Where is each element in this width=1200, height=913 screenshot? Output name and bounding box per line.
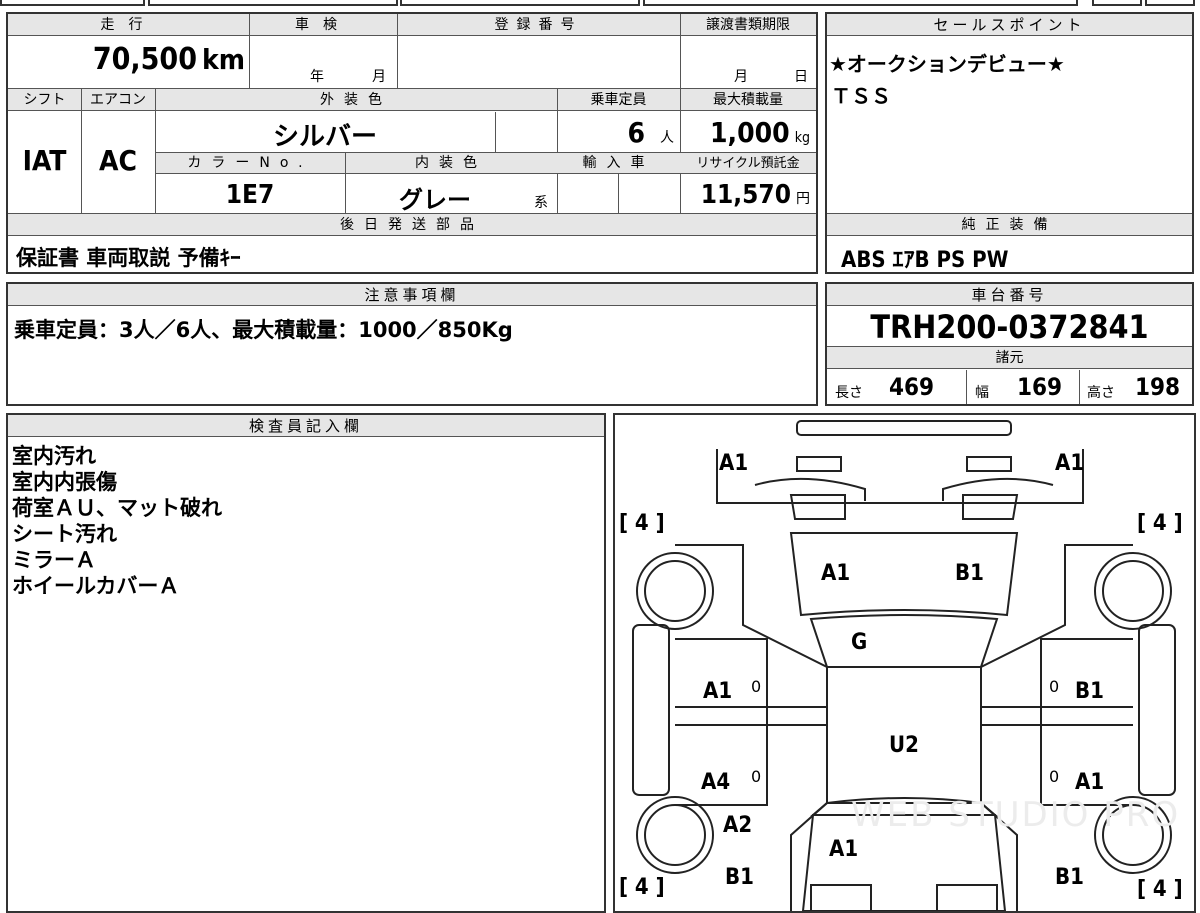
tire-front-left: [ 4 ] (619, 511, 665, 536)
inspector-note: ホイールカバーＡ (12, 574, 180, 598)
rear-door-right-mark: 0 (1049, 767, 1060, 786)
windshield-damage: G (851, 630, 868, 655)
interior-color-label: 内装色 (415, 155, 487, 171)
rear-door-right-damage: A1 (1075, 770, 1105, 795)
max-load-value: 1,000 (710, 116, 790, 149)
inspector-label: 検査員記入欄 (8, 415, 604, 437)
inspection-month-unit: 月 (372, 69, 386, 85)
rear-door-left-damage: A4 (701, 770, 731, 795)
recycle-unit: 円 (796, 191, 810, 207)
notes-label: 注意事項欄 (8, 284, 816, 306)
mileage-value: 70,500 (92, 42, 197, 77)
car-outline (632, 420, 1176, 911)
sales-points-box: セールスポイント ★オークションデビュー★ ＴＳＳ 純正装備 ABS ｴｱB P… (825, 12, 1194, 274)
length-label: 長さ (835, 385, 863, 401)
hood-left-damage: A1 (821, 561, 851, 586)
inspector-note: 室内汚れ (12, 444, 96, 468)
inspection-label: 車検 (295, 17, 351, 33)
chassis-box: 車台番号 TRH200-0372841 諸元 長さ 469 幅 169 高さ 1… (825, 282, 1194, 406)
vehicle-info-table: 走行 車検 登録番号 譲渡書類期限 70,500 km 年 月 月 日 シフト … (6, 12, 818, 274)
tire-rear-left: [ 4 ] (619, 875, 665, 900)
chassis-label: 車台番号 (827, 284, 1192, 306)
front-left-damage: A1 (719, 451, 749, 476)
standard-equipment-label: 純正装備 (827, 214, 1192, 236)
chassis-number: TRH200-0372841 (870, 308, 1149, 346)
exterior-color-value: シルバー (272, 122, 377, 152)
front-door-right-damage: B1 (1075, 679, 1104, 704)
recycle-fee-value: 11,570 (700, 180, 791, 210)
interior-color-suffix: 系 (534, 195, 548, 211)
shift-value: IAT (22, 144, 67, 177)
sales-point-line-2: ＴＳＳ (831, 84, 891, 108)
later-parts-label: 後日発送部品 (8, 214, 816, 236)
transfer-day-unit: 日 (794, 69, 808, 85)
width-label: 幅 (975, 385, 989, 401)
inspector-box: 検査員記入欄 室内汚れ 室内内張傷 荷室ＡＵ、マット破れ シート汚れ ミラーＡ … (6, 413, 606, 913)
watermark: WEB STUDIO PRO (851, 795, 1181, 835)
later-parts-value: 保証書 車両取説 予備ｷｰ (16, 246, 241, 270)
capacity-value: 6 (627, 116, 645, 149)
inspection-year-unit: 年 (310, 69, 324, 85)
back-damage: A1 (829, 837, 859, 862)
capacity-label: 乗車定員 (590, 92, 647, 108)
rear-door-left-mark: 0 (751, 767, 762, 786)
inspector-notes: 室内汚れ 室内内張傷 荷室ＡＵ、マット破れ シート汚れ ミラーＡ ホイールカバー… (12, 443, 222, 599)
front-door-right-mark: 0 (1049, 677, 1060, 696)
tire-rear-right: [ 4 ] (1137, 877, 1183, 902)
notes-value: 乗車定員：3人／6人、最大積載量：1000／850Kg (14, 318, 513, 342)
hood-right-damage: B1 (955, 561, 984, 586)
rear-left-quarter-damage: A2 (723, 813, 753, 838)
sales-points-label: セールスポイント (827, 14, 1192, 36)
width-value: 169 (1017, 373, 1063, 401)
color-no-value: 1E7 (225, 180, 275, 210)
top-strip (0, 0, 1200, 8)
registration-label: 登録番号 (494, 17, 583, 33)
tire-front-right: [ 4 ] (1137, 511, 1183, 536)
roof-damage: U2 (889, 733, 919, 758)
front-door-left-damage: A1 (703, 679, 733, 704)
inspector-note: 室内内張傷 (12, 470, 117, 494)
inspector-note: シート汚れ (12, 522, 117, 546)
import-label: 輸入車 (582, 155, 655, 171)
front-right-damage: A1 (1055, 451, 1085, 476)
damage-diagram: A1 A1 [ 4 ] [ 4 ] A1 B1 G A1 0 0 B1 U2 A… (613, 413, 1196, 913)
max-load-unit: kg (794, 130, 810, 146)
recycle-label: リサイクル預託金 (696, 156, 800, 171)
front-door-left-mark: 0 (751, 677, 762, 696)
height-label: 高さ (1087, 385, 1115, 401)
standard-equipment-value: ABS ｴｱB PS PW (841, 248, 1009, 273)
color-no-label: カラーNo. (187, 155, 313, 171)
transfer-month-unit: 月 (734, 69, 748, 85)
mileage-label: 走行 (100, 17, 157, 33)
mileage-unit: km (202, 43, 245, 76)
exterior-color-label: 外装色 (320, 92, 392, 108)
sales-point-line-1: ★オークションデビュー★ (829, 52, 1065, 76)
spec-label: 諸元 (827, 347, 1192, 369)
height-value: 198 (1135, 373, 1181, 401)
length-value: 469 (889, 373, 935, 401)
inspector-note: ミラーＡ (12, 548, 96, 572)
notes-box: 注意事項欄 乗車定員：3人／6人、最大積載量：1000／850Kg (6, 282, 818, 406)
max-load-label: 最大積載量 (713, 92, 783, 108)
rear-right-damage: B1 (1055, 865, 1084, 890)
transfer-deadline-label: 譲渡書類期限 (706, 17, 790, 33)
rear-left-damage: B1 (725, 865, 754, 890)
inspector-note: 荷室ＡＵ、マット破れ (12, 496, 222, 520)
ac-value: AC (99, 144, 137, 177)
ac-label: エアコン (90, 92, 146, 108)
capacity-unit: 人 (660, 130, 674, 146)
interior-color-value: グレー (399, 186, 471, 214)
shift-label: シフト (23, 92, 66, 108)
